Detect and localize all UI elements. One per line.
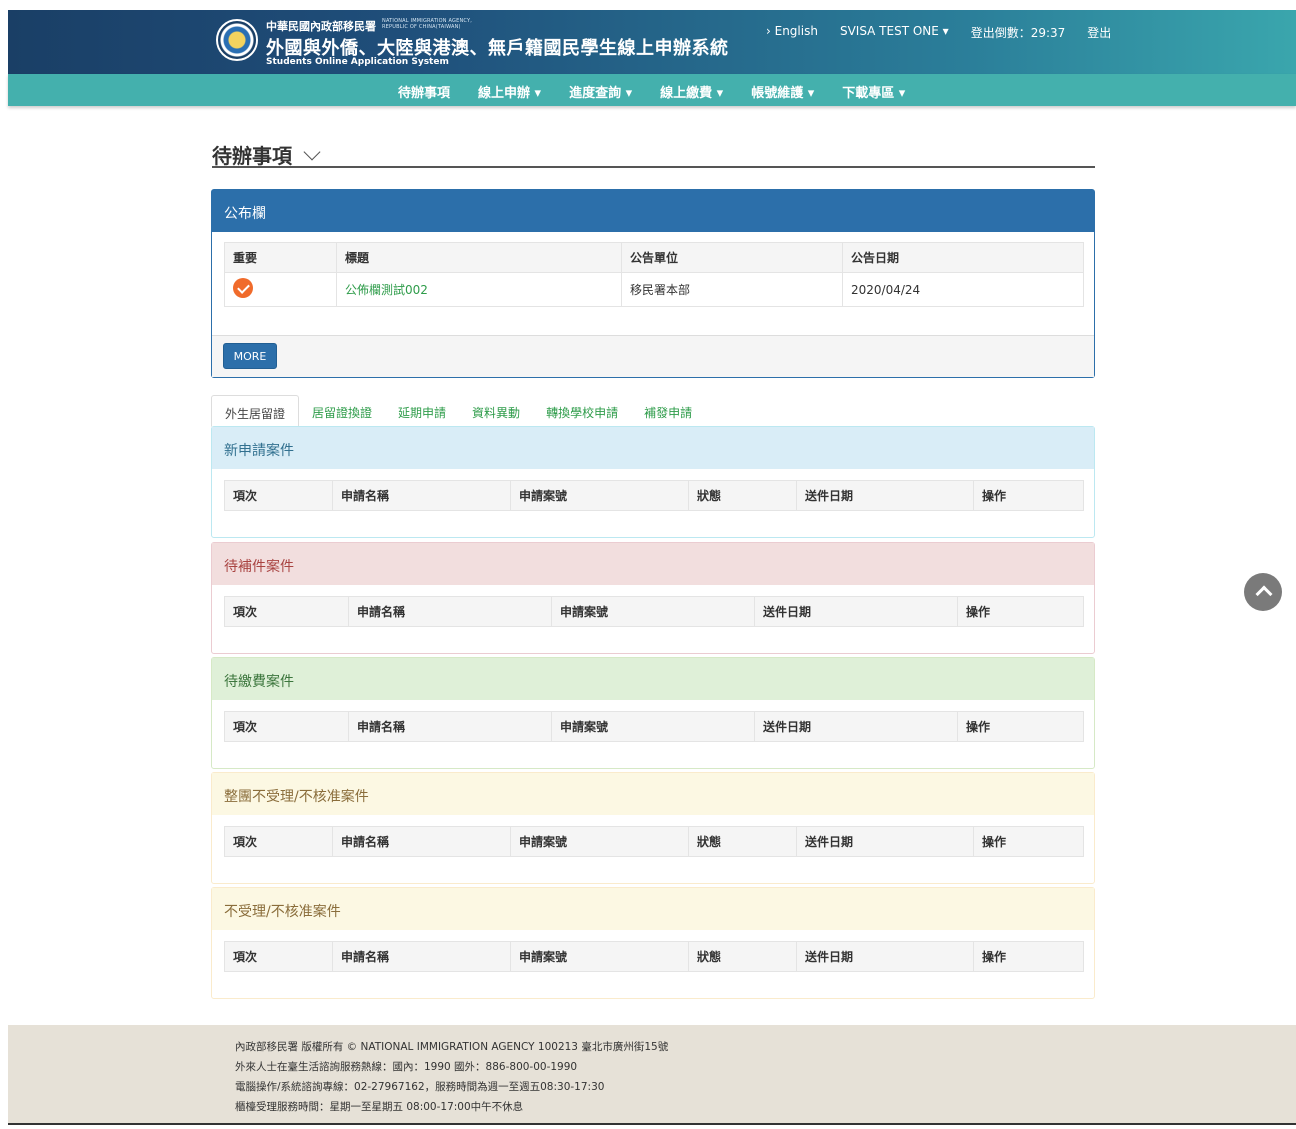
agency-name: 中華民國內政部移民署 (266, 20, 376, 33)
column-header: 項次 (224, 711, 349, 742)
bulletin-heading: 公布欄 (212, 190, 1094, 232)
column-header: 公告單位 (621, 242, 843, 273)
column-header: 項次 (224, 941, 333, 972)
user-menu[interactable]: SVISA TEST ONE ▾ (840, 24, 949, 41)
tab-school-transfer[interactable]: 轉換學校申請 (533, 395, 631, 427)
column-header: 申請名稱 (348, 711, 552, 742)
column-header: 申請名稱 (332, 941, 511, 972)
tab-residence-renewal[interactable]: 居留證換證 (299, 395, 385, 427)
panel-heading: 不受理/不核准案件 (212, 888, 1094, 930)
chevron-down-icon[interactable] (303, 143, 321, 161)
column-header: 送件日期 (754, 711, 958, 742)
bulletin-board: 公布欄 重要 標題 公告單位 公告日期 公佈欄測試002 移民署本部 2020/… (211, 189, 1095, 378)
column-header: 申請名稱 (348, 596, 552, 627)
column-header: 申請案號 (551, 596, 755, 627)
scroll-top-button[interactable] (1244, 573, 1282, 611)
bulletin-footer: MORE (212, 335, 1094, 377)
column-header: 公告日期 (842, 242, 1084, 273)
new-cases-table: 項次 申請名稱 申請案號 狀態 送件日期 操作 (224, 480, 1084, 511)
tab-extension[interactable]: 延期申請 (385, 395, 459, 427)
tab-foreign-student-residence[interactable]: 外生居留證 (211, 395, 300, 427)
bulletin-date: 2020/04/24 (842, 272, 1084, 307)
column-header: 申請案號 (551, 711, 755, 742)
new-cases-panel: 新申請案件 項次 申請名稱 申請案號 狀態 送件日期 操作 (211, 426, 1095, 538)
tab-data-change[interactable]: 資料異動 (459, 395, 533, 427)
more-button[interactable]: MORE (223, 343, 277, 369)
column-header: 項次 (224, 826, 333, 857)
column-header: 狀態 (688, 826, 797, 857)
site-footer: 內政部移民署 版權所有 © NATIONAL IMMIGRATION AGENC… (8, 1025, 1296, 1125)
column-header: 操作 (973, 941, 1084, 972)
system-title-en: Students Online Application System (266, 57, 449, 67)
top-links: › English SVISA TEST ONE ▾ 登出倒數：29:37 登出 (766, 24, 1111, 41)
nav-item-progress[interactable]: 進度查詢 ▾ (569, 82, 632, 101)
logout-link[interactable]: 登出 (1087, 24, 1111, 41)
agency-name-en: NATIONAL IMMIGRATION AGENCY, REPUBLIC OF… (382, 18, 473, 30)
column-header: 重要 (224, 242, 337, 273)
nav-item-payment[interactable]: 線上繳費 ▾ (660, 82, 723, 101)
supplement-cases-panel: 待補件案件 項次 申請名稱 申請案號 送件日期 操作 (211, 542, 1095, 654)
panel-heading: 待補件案件 (212, 543, 1094, 585)
bulletin-table: 重要 標題 公告單位 公告日期 公佈欄測試002 移民署本部 2020/04/2… (224, 242, 1084, 307)
panel-heading: 整團不受理/不核准案件 (212, 773, 1094, 815)
column-header: 送件日期 (796, 480, 974, 511)
payment-cases-panel: 待繳費案件 項次 申請名稱 申請案號 送件日期 操作 (211, 657, 1095, 769)
payment-cases-table: 項次 申請名稱 申請案號 送件日期 操作 (224, 711, 1084, 742)
nav-item-todo[interactable]: 待辦事項 (398, 82, 450, 101)
agency-logo[interactable] (216, 19, 258, 61)
main-nav: 待辦事項 線上申辦 ▾ 進度查詢 ▾ 線上繳費 ▾ 帳號維護 ▾ 下載專區 ▾ (8, 74, 1296, 106)
column-header: 狀態 (688, 480, 797, 511)
footer-counter-hours: 櫃檯受理服務時間：星期一至星期五 08:00-17:00中午不休息 (235, 1101, 524, 1113)
column-header: 送件日期 (796, 826, 974, 857)
column-header: 送件日期 (796, 941, 974, 972)
rejected-cases-table: 項次 申請名稱 申請案號 狀態 送件日期 操作 (224, 941, 1084, 972)
column-header: 項次 (224, 480, 333, 511)
check-circle-icon (233, 278, 253, 298)
footer-support-line: 電腦操作/系統諮詢專線：02-27967162，服務時間為週一至週五08:30-… (235, 1081, 605, 1093)
tab-reissue[interactable]: 補發申請 (631, 395, 705, 427)
column-header: 操作 (957, 596, 1084, 627)
column-header: 申請案號 (510, 480, 689, 511)
rejected-cases-panel: 不受理/不核准案件 項次 申請名稱 申請案號 狀態 送件日期 操作 (211, 887, 1095, 999)
column-header: 操作 (973, 826, 1084, 857)
column-header: 操作 (957, 711, 1084, 742)
footer-copyright: 內政部移民署 版權所有 © NATIONAL IMMIGRATION AGENC… (235, 1041, 669, 1053)
column-header: 申請名稱 (332, 826, 511, 857)
bulletin-title-link[interactable]: 公佈欄測試002 (345, 283, 428, 297)
column-header: 申請名稱 (332, 480, 511, 511)
table-row: 公佈欄測試002 移民署本部 2020/04/24 (224, 272, 1084, 307)
english-link[interactable]: › English (766, 24, 818, 41)
bulletin-unit: 移民署本部 (621, 272, 843, 307)
footer-hotline: 外來人士在臺生活諮詢服務熱線：國內：1990 國外：886-800-00-199… (235, 1061, 578, 1073)
panel-heading: 新申請案件 (212, 427, 1094, 469)
site-header: 中華民國內政部移民署 NATIONAL IMMIGRATION AGENCY, … (8, 10, 1296, 74)
group-rejected-cases-table: 項次 申請名稱 申請案號 狀態 送件日期 操作 (224, 826, 1084, 857)
panel-heading: 待繳費案件 (212, 658, 1094, 700)
nav-item-download[interactable]: 下載專區 ▾ (842, 82, 905, 101)
column-header: 送件日期 (754, 596, 958, 627)
group-rejected-cases-panel: 整團不受理/不核准案件 項次 申請名稱 申請案號 狀態 送件日期 操作 (211, 772, 1095, 884)
nav-item-online-apply[interactable]: 線上申辦 ▾ (478, 82, 541, 101)
column-header: 標題 (336, 242, 622, 273)
column-header: 項次 (224, 596, 349, 627)
column-header: 操作 (973, 480, 1084, 511)
column-header: 申請案號 (510, 826, 689, 857)
supplement-cases-table: 項次 申請名稱 申請案號 送件日期 操作 (224, 596, 1084, 627)
page-title: 待辦事項 (212, 140, 1095, 168)
logout-countdown: 登出倒數：29:37 (970, 26, 1066, 40)
column-header: 申請案號 (510, 941, 689, 972)
column-header: 狀態 (688, 941, 797, 972)
page-title-text: 待辦事項 (212, 144, 292, 168)
nav-item-account[interactable]: 帳號維護 ▾ (751, 82, 814, 101)
application-tabs: 外生居留證 居留證換證 延期申請 資料異動 轉換學校申請 補發申請 (211, 395, 705, 427)
